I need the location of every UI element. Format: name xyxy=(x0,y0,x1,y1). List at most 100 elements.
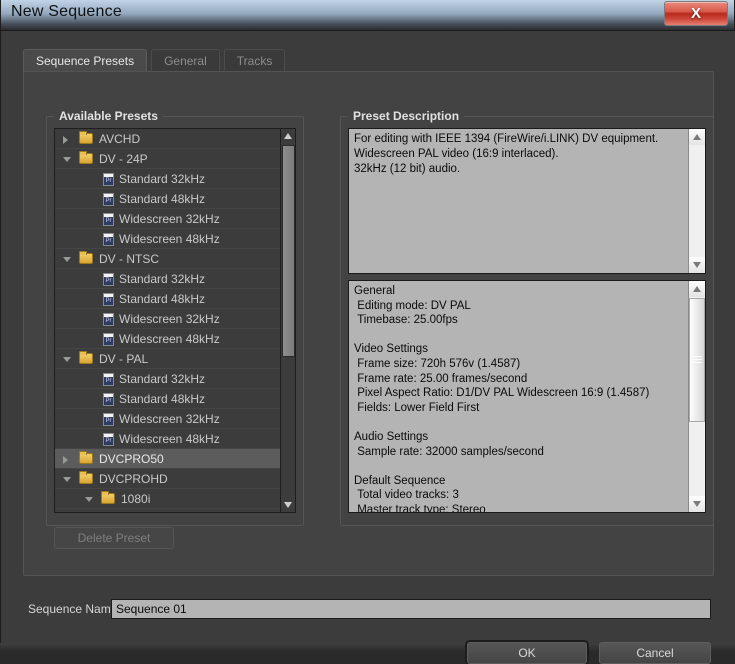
premiere-preset-file-icon xyxy=(103,373,114,386)
tree-folder-row[interactable]: 1080i xyxy=(55,489,282,509)
tree-item-label: Standard 48kHz xyxy=(119,392,206,406)
folder-icon xyxy=(79,351,93,364)
scroll-up-arrow-icon[interactable] xyxy=(281,129,295,143)
tree-item-label: AVCHD xyxy=(99,132,141,146)
tree-preset-row[interactable]: Standard 48kHz xyxy=(55,289,282,309)
tree-preset-row[interactable]: Standard 32kHz xyxy=(55,269,282,289)
preset-description-text-box: For editing with IEEE 1394 (FireWire/i.L… xyxy=(348,128,706,274)
tree-preset-row[interactable]: Widescreen 48kHz xyxy=(55,229,282,249)
premiere-preset-file-icon xyxy=(103,273,114,286)
premiere-preset-file-icon xyxy=(103,233,114,246)
folder-icon xyxy=(79,451,93,464)
folder-icon xyxy=(101,491,115,504)
tree-folder-row[interactable]: DV - PAL xyxy=(55,349,282,369)
tree-preset-row[interactable]: Standard 32kHz xyxy=(55,169,282,189)
new-sequence-dialog: New Sequence X Sequence Presets General Tr… xyxy=(0,0,735,664)
tree-item-label: DV - PAL xyxy=(99,352,149,366)
chevron-down-icon[interactable] xyxy=(63,157,71,162)
tree-preset-row[interactable]: Widescreen 48kHz xyxy=(55,329,282,349)
premiere-preset-file-icon xyxy=(103,193,114,206)
premiere-preset-file-icon xyxy=(103,433,114,446)
chevron-down-icon[interactable] xyxy=(63,477,71,482)
preset-tree-scroll-thumb[interactable] xyxy=(282,145,295,357)
tree-item-label: Widescreen 48kHz xyxy=(119,432,220,446)
tree-folder-row[interactable]: DV - NTSC xyxy=(55,249,282,269)
tree-item-label: DVCPRO50 xyxy=(99,452,164,466)
tree-item-label: 1080i xyxy=(121,492,151,506)
chevron-down-icon[interactable] xyxy=(63,357,71,362)
tree-item-label: Widescreen 32kHz xyxy=(119,212,220,226)
chevron-right-icon[interactable] xyxy=(63,136,68,144)
preset-details-text-box: General Editing mode: DV PAL Timebase: 2… xyxy=(348,280,706,513)
tree-item-label: Standard 48kHz xyxy=(119,192,206,206)
ok-button[interactable]: OK xyxy=(467,642,587,664)
tree-preset-row[interactable]: Standard 48kHz xyxy=(55,189,282,209)
folder-icon xyxy=(79,151,93,164)
folder-icon xyxy=(79,251,93,264)
preset-description-label: Preset Description xyxy=(348,109,465,123)
dialog-title-bar: New Sequence X xyxy=(1,0,734,30)
tree-item-label: DVCPROHD 1080i 24p xyxy=(141,509,266,512)
premiere-preset-file-icon xyxy=(103,173,114,186)
description-scroll-up-icon[interactable] xyxy=(689,129,705,145)
scroll-down-arrow-icon[interactable] xyxy=(281,498,295,512)
chevron-right-icon[interactable] xyxy=(63,456,68,464)
dialog-title: New Sequence xyxy=(11,3,122,20)
tree-preset-row[interactable]: Standard 32kHz xyxy=(55,369,282,389)
tree-item-label: Standard 32kHz xyxy=(119,372,206,386)
sequence-name-input[interactable] xyxy=(111,599,711,619)
description-scroll-down-icon[interactable] xyxy=(689,257,705,273)
preset-tree[interactable]: AVCHD DV - 24P Standard 32kHz Standard 48kH… xyxy=(54,128,296,513)
description-scrollbar[interactable] xyxy=(688,129,705,273)
delete-preset-button[interactable]: Delete Preset xyxy=(54,527,174,549)
tree-folder-row[interactable]: DVCPRO50 xyxy=(55,449,282,469)
tree-item-label: DV - 24P xyxy=(99,152,148,166)
dialog-body: Sequence Presets General Tracks Available … xyxy=(1,30,735,664)
chevron-down-icon[interactable] xyxy=(63,257,71,262)
tree-preset-row[interactable]: Standard 48kHz xyxy=(55,389,282,409)
tree-item-label: Standard 32kHz xyxy=(119,272,206,286)
tree-folder-row[interactable]: AVCHD xyxy=(55,129,282,149)
details-scroll-thumb[interactable] xyxy=(689,298,705,422)
scroll-grip-icon xyxy=(693,356,702,364)
details-scroll-down-icon[interactable] xyxy=(689,496,705,512)
tree-item-label: DVCPROHD xyxy=(99,472,168,486)
preset-tree-rows: AVCHD DV - 24P Standard 32kHz Standard 48kH… xyxy=(55,129,282,512)
preset-details-text: General Editing mode: DV PAL Timebase: 2… xyxy=(354,285,650,513)
tab-tracks[interactable]: Tracks xyxy=(223,49,286,72)
chevron-down-icon[interactable] xyxy=(85,497,93,502)
sequence-name-label: Sequence Name: xyxy=(28,602,121,616)
sequence-presets-panel: Available Presets AVCHD DV - 24P Standard … xyxy=(23,71,714,576)
tree-preset-row[interactable]: Widescreen 32kHz xyxy=(55,209,282,229)
available-presets-label: Available Presets xyxy=(54,109,163,123)
premiere-preset-file-icon xyxy=(103,213,114,226)
premiere-preset-file-icon xyxy=(103,313,114,326)
preset-tree-scrollbar[interactable] xyxy=(280,129,295,512)
details-scroll-up-icon[interactable] xyxy=(689,281,705,297)
tree-item-label: Standard 32kHz xyxy=(119,172,206,186)
tree-folder-row[interactable]: DV - 24P xyxy=(55,149,282,169)
tree-item-label: DV - NTSC xyxy=(99,252,159,266)
premiere-preset-file-icon xyxy=(103,413,114,426)
details-scrollbar[interactable] xyxy=(688,281,705,512)
tree-folder-row[interactable]: DVCPROHD xyxy=(55,469,282,489)
premiere-preset-file-icon xyxy=(103,393,114,406)
close-icon[interactable]: X xyxy=(664,1,728,26)
folder-icon xyxy=(79,471,93,484)
tree-preset-row[interactable]: Widescreen 32kHz xyxy=(55,409,282,429)
cancel-button[interactable]: Cancel xyxy=(599,642,711,664)
folder-icon xyxy=(79,131,93,144)
tree-item-label: Widescreen 48kHz xyxy=(119,332,220,346)
tab-sequence-presets[interactable]: Sequence Presets xyxy=(23,49,148,72)
tree-item-label: Widescreen 48kHz xyxy=(119,232,220,246)
tree-preset-row[interactable]: DVCPROHD 1080i 24p xyxy=(55,509,282,512)
tree-item-label: Widescreen 32kHz xyxy=(119,412,220,426)
tree-preset-row[interactable]: Widescreen 48kHz xyxy=(55,429,282,449)
premiere-preset-file-icon xyxy=(103,333,114,346)
tree-preset-row[interactable]: Widescreen 32kHz xyxy=(55,309,282,329)
preset-description-text: For editing with IEEE 1394 (FireWire/i.L… xyxy=(354,133,659,175)
tab-bar: Sequence Presets General Tracks xyxy=(23,49,286,72)
tree-item-label: Widescreen 32kHz xyxy=(119,312,220,326)
tree-item-label: Standard 48kHz xyxy=(119,292,206,306)
tab-general[interactable]: General xyxy=(151,49,220,72)
